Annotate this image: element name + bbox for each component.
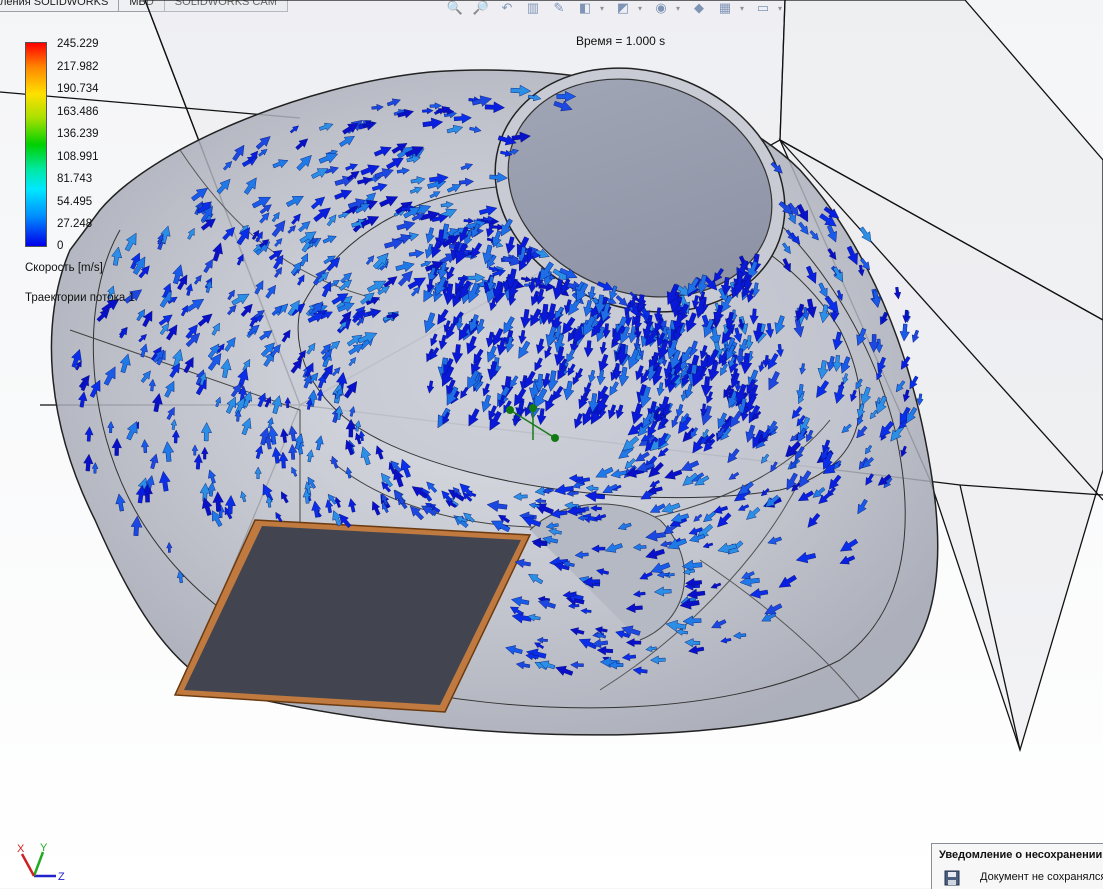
save-disk-icon xyxy=(944,870,960,886)
legend-value: 136.239 xyxy=(57,128,99,140)
reference-triad-icon: X Y Z xyxy=(17,842,65,883)
triad-z-label: Z xyxy=(58,871,65,883)
legend-value: 108.991 xyxy=(57,151,99,163)
notification-title: Уведомление о несохранении xyxy=(939,849,1103,861)
legend-value: 190.734 xyxy=(57,83,99,95)
legend-value: 0 xyxy=(57,240,64,252)
simulation-time-label: Время = 1.000 s xyxy=(576,34,666,48)
legend-value: 81.743 xyxy=(57,173,93,185)
legend-unit-label: Скорость [m/s] xyxy=(25,262,103,274)
legend-value: 54.495 xyxy=(57,196,93,208)
legend-value: 163.486 xyxy=(57,106,99,118)
legend-value: 27.248 xyxy=(57,218,93,230)
graphics-viewport[interactable] xyxy=(0,0,1103,888)
triad-y-label: Y xyxy=(40,842,48,854)
legend-color-bar xyxy=(25,42,47,247)
notification-message: Документ не сохранялся xyxy=(980,871,1103,883)
legend-value: 245.229 xyxy=(57,38,99,50)
legend-trajectories-label: Траектории потока 1 xyxy=(25,292,135,304)
legend-value: 217.982 xyxy=(57,61,99,73)
unsaved-notification-popup[interactable]: Уведомление о несохранении Документ не с… xyxy=(931,843,1103,889)
triad-x-label: X xyxy=(17,843,25,855)
